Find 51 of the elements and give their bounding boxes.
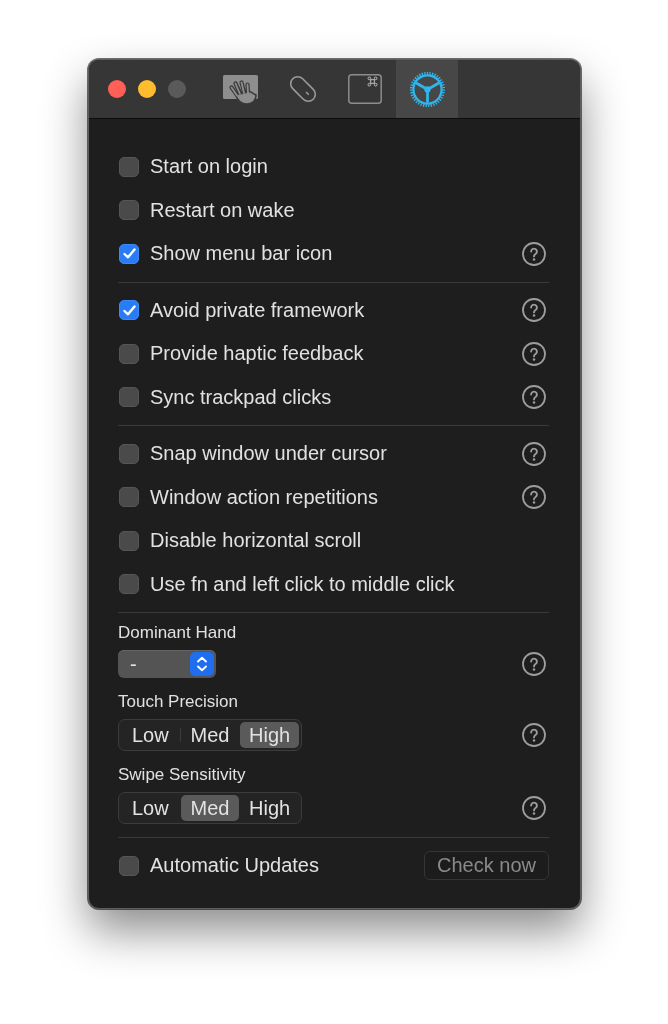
stepper-icon	[190, 652, 214, 676]
help-icon[interactable]	[522, 485, 546, 510]
help-icon[interactable]	[522, 652, 546, 676]
help-icon[interactable]	[522, 341, 546, 366]
option-label: Start on login	[150, 155, 268, 179]
segment[interactable]: Low	[121, 722, 180, 748]
command-key-icon	[348, 74, 382, 104]
checkbox[interactable]	[119, 243, 139, 264]
option-label: Show menu bar icon	[150, 242, 333, 266]
option-label: Use fn and left click to middle click	[150, 572, 455, 596]
help-icon[interactable]	[522, 796, 546, 820]
hand-on-trackpad-icon	[222, 73, 260, 105]
help-icon[interactable]	[522, 298, 546, 323]
option-label: Automatic Updates	[150, 854, 319, 878]
segment[interactable]: High	[240, 722, 299, 748]
checkbox[interactable]	[119, 530, 139, 551]
minimize-button[interactable]	[138, 80, 156, 98]
checkbox[interactable]	[119, 156, 139, 177]
option-label: Sync trackpad clicks	[150, 385, 332, 409]
checkbox[interactable]	[119, 487, 139, 508]
segment[interactable]: High	[240, 795, 299, 821]
help-icon[interactable]	[522, 441, 546, 466]
checkbox[interactable]	[119, 300, 139, 321]
mouse-icon	[287, 73, 319, 105]
checkbox[interactable]	[119, 200, 139, 221]
segment[interactable]: Med	[180, 795, 240, 821]
segment[interactable]: Med	[180, 722, 240, 748]
close-button[interactable]	[108, 80, 126, 98]
toolbar-tab[interactable]	[396, 60, 458, 118]
checkbox[interactable]	[119, 574, 139, 595]
field-label: Dominant Hand	[118, 623, 237, 643]
help-icon[interactable]	[522, 723, 546, 747]
checkbox[interactable]	[119, 343, 139, 364]
field-label: Swipe Sensitivity	[118, 765, 246, 785]
option-label: Provide haptic feedback	[150, 342, 364, 366]
option-label: Restart on wake	[150, 198, 295, 222]
checkbox[interactable]	[119, 443, 139, 464]
option-label: Avoid private framework	[150, 298, 365, 322]
gear-icon	[408, 70, 446, 108]
option-label: Snap window under cursor	[150, 442, 387, 466]
dropdown[interactable]: -	[118, 650, 216, 678]
checkbox[interactable]	[119, 387, 139, 408]
help-icon[interactable]	[522, 241, 546, 266]
segment[interactable]: Low	[121, 795, 180, 821]
help-icon[interactable]	[522, 385, 546, 410]
option-label: Disable horizontal scroll	[150, 529, 362, 553]
field-label: Touch Precision	[118, 692, 238, 712]
checkbox[interactable]	[119, 855, 139, 876]
checkmark-icon	[122, 304, 136, 316]
option-label: Window action repetitions	[150, 485, 378, 509]
checkmark-icon	[122, 248, 136, 260]
